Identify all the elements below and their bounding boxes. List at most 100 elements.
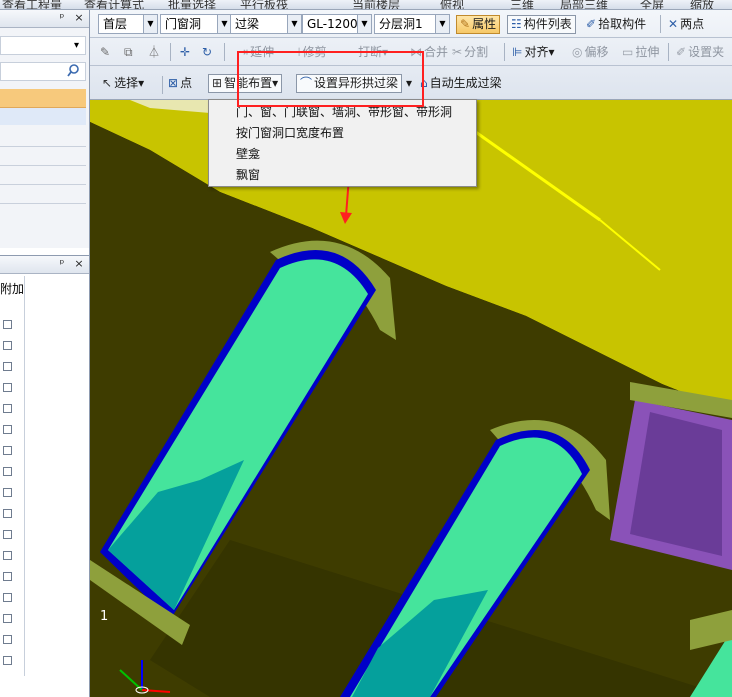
checkbox[interactable] [3, 341, 12, 350]
separator [224, 43, 225, 61]
offset-button[interactable]: ◎ 偏移 [572, 43, 609, 62]
top-item-4[interactable]: 当前楼层 [352, 0, 400, 9]
pin-icon[interactable]: ᵖ [55, 257, 69, 271]
component-select[interactable]: GL-1200 ▼ [302, 14, 372, 34]
rotate-icon[interactable]: ↻ [202, 43, 214, 62]
component-select-value: GL-1200 [307, 17, 358, 31]
stretch-label: 拉伸 [635, 45, 660, 59]
checkbox[interactable] [3, 488, 12, 497]
menu-item-niche[interactable]: 壁龛 [236, 145, 260, 162]
auto-generate-lintel-label: 自动生成过梁 [429, 76, 502, 90]
checkbox[interactable] [3, 572, 12, 581]
separator [170, 43, 171, 61]
align-button[interactable]: ⊫ 对齐▾ [512, 43, 555, 62]
properties-button[interactable]: ✎ 属性 [456, 15, 501, 34]
top-toolbar-strip: 查看工程量 查看计算式 批量选择 平行板筏 当前楼层 俯视 三维 局部三维 全屏… [0, 0, 732, 10]
checkbox[interactable] [3, 320, 12, 329]
top-item-6[interactable]: 三维 [510, 0, 534, 9]
list-divider [0, 203, 86, 204]
two-points-button[interactable]: ✕ 两点 [668, 15, 704, 34]
search-icon[interactable] [67, 64, 79, 78]
move-icon[interactable]: ✛ [180, 43, 192, 62]
select-label: 选择 [114, 76, 139, 90]
separator [668, 43, 669, 61]
column-header-fragment: 附加 [0, 282, 25, 296]
checkbox[interactable] [3, 362, 12, 371]
column-divider [24, 276, 25, 676]
top-item-1[interactable]: 查看计算式 [84, 0, 144, 9]
category-header[interactable] [0, 89, 86, 108]
copy-icon[interactable]: ⧉ [124, 43, 135, 62]
member-select[interactable]: 过梁 ▼ [230, 14, 302, 34]
point-button[interactable]: ⊠ 点 [168, 74, 192, 93]
search-input[interactable] [0, 62, 86, 81]
pick-component-label: 拾取构件 [598, 17, 647, 31]
component-list-button[interactable]: ☷ 构件列表 [507, 15, 576, 34]
close-icon[interactable]: × [72, 11, 86, 25]
checkbox[interactable] [3, 656, 12, 665]
checkbox[interactable] [3, 551, 12, 560]
mirror-icon[interactable]: ⏃ [148, 43, 162, 62]
set-clip-button[interactable]: ✐ 设置夹 [676, 43, 724, 62]
stretch-button[interactable]: ▭ 拉伸 [622, 43, 659, 62]
filter-combo[interactable]: ▾ [0, 36, 86, 55]
menu-item-bay-window[interactable]: 飘窗 [236, 166, 260, 183]
select-button[interactable]: ↖ 选择▾ [102, 74, 144, 93]
checkbox[interactable] [3, 509, 12, 518]
3d-scene[interactable]: 1 [90, 100, 732, 697]
split-button[interactable]: ✂ 分割 [452, 43, 488, 62]
layer-select-value: 分层洞1 [379, 17, 423, 31]
top-item-3[interactable]: 平行板筏 [240, 0, 288, 9]
top-item-5[interactable]: 俯视 [440, 0, 464, 9]
close-icon[interactable]: × [72, 257, 86, 271]
left-panel: ᵖ × ▾ ᵖ × 附加 [0, 10, 90, 697]
separator [162, 76, 163, 94]
category-select-value: 门窗洞 [165, 17, 202, 31]
chevron-down-icon: ▼ [217, 15, 231, 33]
offset-icon: ◎ [572, 45, 583, 59]
checkbox[interactable] [3, 614, 12, 623]
pick-icon: ✐ [586, 17, 597, 31]
top-item-0[interactable]: 查看工程量 [2, 0, 62, 9]
two-points-label: 两点 [680, 17, 705, 31]
checkbox[interactable] [3, 467, 12, 476]
align-label: 对齐 [524, 45, 549, 59]
merge-label: 合并 [424, 45, 449, 59]
checkbox[interactable] [3, 593, 12, 602]
pin-icon[interactable]: ᵖ [55, 11, 69, 25]
category-select[interactable]: 门窗洞 ▼ [160, 14, 232, 34]
auto-generate-lintel-button[interactable]: ⌂ 自动生成过梁 [420, 74, 502, 93]
floor-select[interactable]: 首层 ▼ [98, 14, 158, 34]
smart-layout-dropdown-menu: 门、窗、门联窗、墙洞、带形窗、带形洞 按门窗洞口宽度布置 壁龛 飘窗 [208, 99, 477, 187]
top-item-9[interactable]: 缩放 [690, 0, 714, 9]
separator [504, 43, 505, 61]
chevron-down-icon: ▼ [143, 15, 157, 33]
checkbox[interactable] [3, 446, 12, 455]
checkbox[interactable] [3, 404, 12, 413]
selected-list-item[interactable] [0, 108, 86, 125]
brush-icon[interactable]: ✎ [100, 43, 112, 62]
chevron-down-icon: ▾ [73, 40, 79, 51]
set-clip-label: 设置夹 [688, 45, 725, 59]
layer-select[interactable]: 分层洞1 ▼ [374, 14, 450, 34]
top-item-7[interactable]: 局部三维 [560, 0, 608, 9]
panel-title-bar: ᵖ × [0, 10, 89, 28]
separator [660, 15, 661, 33]
top-item-2[interactable]: 批量选择 [168, 0, 216, 9]
chevron-down-icon: ▼ [435, 15, 449, 33]
menu-item-by-opening-width[interactable]: 按门窗洞口宽度布置 [236, 124, 344, 141]
checkbox[interactable] [3, 425, 12, 434]
checkbox[interactable] [3, 635, 12, 644]
chevron-down-icon: ▼ [287, 15, 301, 33]
checkbox[interactable] [3, 530, 12, 539]
properties-icon: ✎ [460, 17, 471, 31]
3d-viewport[interactable]: 1 [90, 100, 732, 697]
pick-component-button[interactable]: ✐ 拾取构件 [586, 15, 646, 34]
offset-label: 偏移 [584, 45, 609, 59]
properties-label: 属性 [472, 17, 497, 31]
top-item-8[interactable]: 全屏 [640, 0, 664, 9]
floor-select-value: 首层 [103, 17, 128, 31]
stretch-icon: ▭ [622, 45, 634, 59]
checkbox[interactable] [3, 383, 12, 392]
property-panel: ᵖ × 附加 [0, 255, 89, 697]
